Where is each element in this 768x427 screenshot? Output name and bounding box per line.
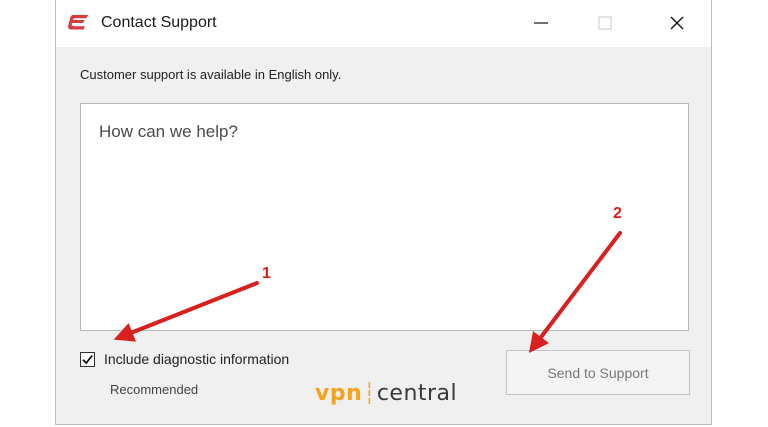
checkmark-icon: [82, 354, 93, 364]
close-icon: [670, 16, 684, 30]
minimize-icon: [534, 22, 548, 24]
watermark-separator-icon: ┆: [363, 381, 376, 405]
close-button[interactable]: [654, 0, 700, 46]
send-to-support-button[interactable]: Send to Support: [506, 350, 690, 395]
recommended-hint: Recommended: [110, 382, 199, 397]
window-title: Contact Support: [101, 14, 217, 31]
watermark-part-1: vpn: [315, 381, 363, 406]
watermark-part-2: central: [376, 381, 458, 406]
message-input[interactable]: [81, 104, 688, 330]
maximize-button[interactable]: [582, 0, 628, 46]
annotation-marker-2: 2: [613, 205, 622, 222]
diagnostics-option[interactable]: Include diagnostic information: [80, 351, 289, 367]
title-bar[interactable]: Contact Support: [56, 0, 711, 47]
maximize-icon: [598, 16, 612, 30]
annotation-marker-1: 1: [262, 265, 271, 282]
message-box: [80, 103, 689, 331]
diagnostics-label: Include diagnostic information: [104, 351, 290, 367]
vpncentral-watermark: vpn┆central: [315, 381, 457, 406]
expressvpn-logo-icon: [68, 15, 88, 30]
support-language-notice: Customer support is available in English…: [80, 67, 342, 82]
diagnostics-checkbox[interactable]: [80, 351, 95, 367]
minimize-button[interactable]: [518, 0, 564, 46]
